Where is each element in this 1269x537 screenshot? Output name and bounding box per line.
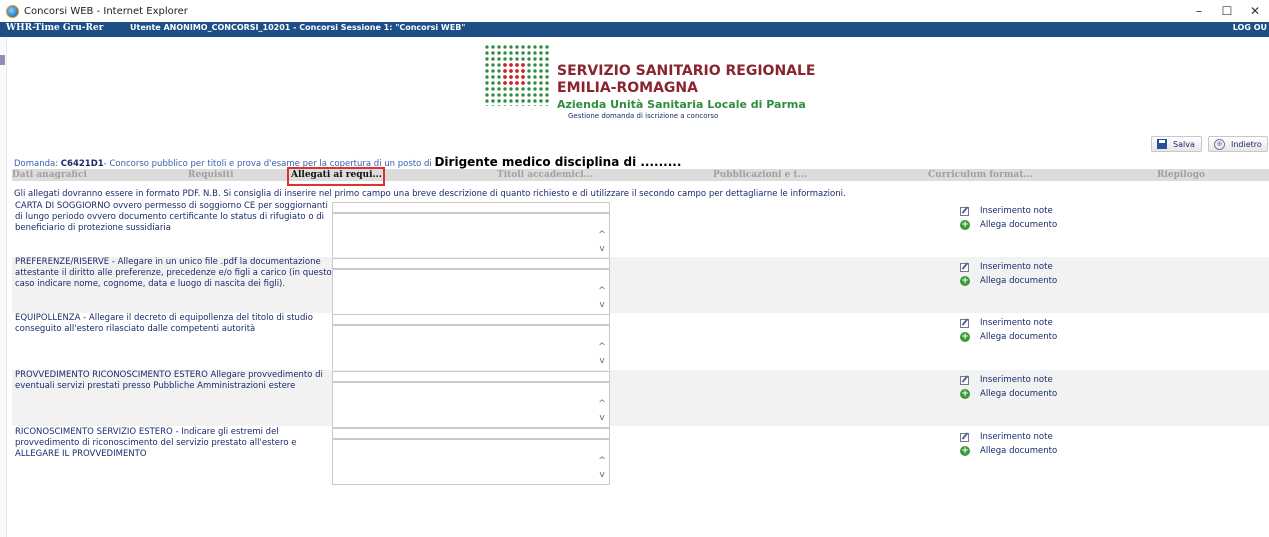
attachment-long-description[interactable]: ^ v [332,382,610,428]
window-controls: – ☐ ✕ [1185,0,1269,22]
attachment-short-description[interactable] [332,314,610,325]
attach-document-label: Allega documento [980,220,1058,230]
window-title-bar: Concorsi WEB - Internet Explorer – ☐ ✕ [0,0,1269,22]
scroll-down-icon[interactable]: v [597,356,607,366]
attach-document-link[interactable]: + Allega documento [960,332,1057,342]
application-prefix: Domanda: [14,159,61,169]
tab-curriculum[interactable]: Curriculum format... [928,169,1033,181]
scroll-up-icon[interactable]: ^ [597,456,607,466]
attachment-short-description[interactable] [332,371,610,382]
tab-titoli-accademici[interactable]: Titoli accademici... [497,169,593,181]
scroll-up-icon[interactable]: ^ [597,342,607,352]
edit-note-icon [960,318,969,328]
edit-note-icon [960,432,969,442]
scroll-up-icon[interactable]: ^ [597,399,607,409]
attachment-row: RICONOSCIMENTO SERVIZIO ESTERO - Indicar… [12,427,1269,485]
ssr-logo: SERVIZIO SANITARIO REGIONALE EMILIA-ROMA… [484,44,816,122]
application-code: C6421D1 [60,159,104,169]
tab-dati-anagrafici[interactable]: Dati anagrafici [12,169,87,181]
add-icon: + [960,446,970,456]
application-position: Dirigente medico disciplina di ......... [434,155,682,169]
attachment-long-description[interactable]: ^ v [332,439,610,485]
internet-explorer-icon [6,4,19,18]
page-subtitle: Gestione domanda di iscrizione a concors… [568,112,719,120]
attachment-row: PREFERENZE/RISERVE - Allegare in un unic… [12,257,1269,315]
attach-document-link[interactable]: + Allega documento [960,276,1057,286]
add-icon: + [960,220,970,230]
attach-document-label: Allega documento [980,446,1058,456]
scroll-down-icon[interactable]: v [597,470,607,480]
insert-note-label: Inserimento note [980,206,1053,216]
attach-document-label: Allega documento [980,332,1058,342]
insert-note-label: Inserimento note [980,262,1053,272]
attachment-row: EQUIPOLLENZA - Allegare il decreto di eq… [12,313,1269,371]
app-brand: WHR-Time Gru-Rer [6,23,104,33]
logo-line-1: SERVIZIO SANITARIO REGIONALE [557,63,816,79]
attach-document-label: Allega documento [980,276,1058,286]
instructions-text: Gli allegati dovranno essere in formato … [14,189,846,199]
add-icon: + [960,389,970,399]
attach-document-link[interactable]: + Allega documento [960,220,1057,230]
attachment-long-description[interactable]: ^ v [332,269,610,315]
tab-bar: Dati anagrafici Requisiti Allegati ai re… [12,169,1269,181]
maximize-button[interactable]: ☐ [1213,0,1241,22]
app-header: WHR-Time Gru-Rer Utente ANONIMO_CONCORSI… [0,22,1269,37]
save-button[interactable]: Salva [1151,136,1202,152]
attach-document-label: Allega documento [980,389,1058,399]
floppy-disk-icon [1157,139,1167,149]
left-frame-strip [0,37,7,537]
insert-note-label: Inserimento note [980,318,1053,328]
attach-document-link[interactable]: + Allega documento [960,389,1057,399]
logo-red-dots-icon [502,62,526,86]
add-icon: + [960,332,970,342]
tab-requisiti[interactable]: Requisiti [188,169,234,181]
logout-link[interactable]: LOG OU [1233,23,1267,32]
attachment-row: CARTA DI SOGGIORNO ovvero permesso di so… [12,201,1269,259]
scroll-down-icon[interactable]: v [597,300,607,310]
insert-note-link[interactable]: Inserimento note [960,206,1053,216]
user-session-info: Utente ANONIMO_CONCORSI_10201 - Concorsi… [130,23,466,32]
attachment-short-description[interactable] [332,428,610,439]
attach-document-link[interactable]: + Allega documento [960,446,1057,456]
logo-line-2: EMILIA-ROMAGNA [557,80,698,96]
frame-marker [0,55,5,65]
minimize-button[interactable]: – [1185,0,1213,22]
attachment-long-description[interactable]: ^ v [332,325,610,371]
edit-note-icon [960,206,969,216]
attachment-label: CARTA DI SOGGIORNO ovvero permesso di so… [15,201,328,233]
logo-line-3: Azienda Unità Sanitaria Locale di Parma [557,98,806,111]
active-tab-highlight [287,167,385,186]
insert-note-label: Inserimento note [980,432,1053,442]
close-button[interactable]: ✕ [1241,0,1269,22]
attachment-short-description[interactable] [332,202,610,213]
scroll-up-icon[interactable]: ^ [597,230,607,240]
edit-note-icon [960,262,969,272]
back-button[interactable]: ⊕ Indietro [1208,136,1268,152]
edit-note-icon [960,375,969,385]
attachment-label: EQUIPOLLENZA - Allegare il decreto di eq… [15,313,313,334]
save-button-label: Salva [1173,139,1195,149]
attachment-label: RICONOSCIMENTO SERVIZIO ESTERO - Indicar… [15,427,297,459]
add-icon: + [960,276,970,286]
insert-note-label: Inserimento note [980,375,1053,385]
insert-note-link[interactable]: Inserimento note [960,262,1053,272]
scroll-up-icon[interactable]: ^ [597,286,607,296]
attachment-row: PROVVEDIMENTO RICONOSCIMENTO ESTERO Alle… [12,370,1269,428]
attachment-long-description[interactable]: ^ v [332,213,610,259]
scroll-down-icon[interactable]: v [597,244,607,254]
attachment-short-description[interactable] [332,258,610,269]
back-icon: ⊕ [1214,138,1225,150]
window-title: Concorsi WEB - Internet Explorer [24,5,188,17]
back-button-label: Indietro [1231,139,1262,149]
insert-note-link[interactable]: Inserimento note [960,318,1053,328]
scroll-down-icon[interactable]: v [597,413,607,423]
attachment-label: PREFERENZE/RISERVE - Allegare in un unic… [15,257,332,289]
attachment-label: PROVVEDIMENTO RICONOSCIMENTO ESTERO Alle… [15,370,323,391]
insert-note-link[interactable]: Inserimento note [960,432,1053,442]
tab-riepilogo[interactable]: Riepilogo [1157,169,1205,181]
tab-pubblicazioni[interactable]: Pubblicazioni e t... [713,169,807,181]
insert-note-link[interactable]: Inserimento note [960,375,1053,385]
